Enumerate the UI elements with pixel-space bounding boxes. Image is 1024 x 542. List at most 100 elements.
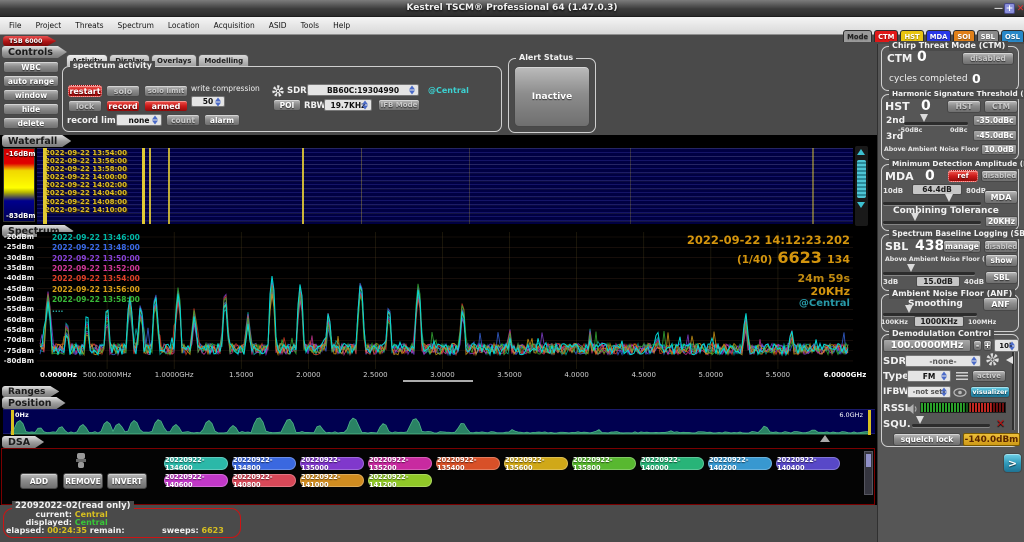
dsa-dataset-pill[interactable]: 20220922-141000 [300,474,364,487]
spinner-icon[interactable] [941,372,948,381]
waterfall-plot[interactable]: 2022-09-22 13:54:002022-09-22 13:56:0020… [37,148,853,224]
scrollbar-thumb[interactable] [866,454,871,467]
dsa-invert-button[interactable]: INVERT [107,473,147,489]
menu-file[interactable]: File [2,17,29,35]
gear-icon[interactable] [272,85,284,97]
tab-modelling[interactable]: Modelling [198,54,249,66]
record-button[interactable]: record [106,100,140,112]
mute-icon[interactable]: ✕ [996,417,1005,430]
demod-sdr-select[interactable]: -none- [905,355,981,367]
mda-tolerance-slider[interactable] [883,221,981,224]
slider-thumb[interactable] [911,213,919,221]
squelch-slider[interactable] [912,424,990,427]
waterfall-header[interactable]: Waterfall [2,135,71,147]
minimize-icon[interactable]: — [993,3,1004,14]
tab-overlays[interactable]: Overlays [151,54,197,66]
freq-step-select[interactable]: 10k [994,339,1019,352]
menu-spectrum[interactable]: Spectrum [111,17,161,35]
hst-hst-button[interactable]: HST [947,100,981,113]
rbw-select[interactable]: 19.7KHz [324,99,372,111]
write-compression-input[interactable]: 50 [191,96,225,107]
menu-tools[interactable]: Tools [294,17,326,35]
dsa-dataset-pill[interactable]: 20220922-135200 [368,457,432,470]
scroll-up-icon[interactable] [857,149,865,155]
solo-limit-button[interactable]: solo limit [144,85,188,97]
hst-2nd-slider[interactable] [904,122,968,125]
anf-button[interactable]: ANF [983,297,1018,311]
mode-tab-mode[interactable]: Mode [843,30,872,42]
dsa-dataset-pill[interactable]: 20220922-134600 [164,457,228,470]
waterfall-scrollbar[interactable] [855,146,868,226]
slider-thumb[interactable] [905,305,913,313]
demod-visualizer-button[interactable]: visualizer [970,386,1010,398]
position-pointer-icon[interactable] [820,435,830,442]
alert-status-button[interactable]: Inactive [514,66,590,127]
sdr-select[interactable]: BB60C:19304990 [307,84,419,96]
dsa-dataset-pill[interactable]: 20220922-135600 [504,457,568,470]
position-marker-right[interactable] [868,410,871,435]
dsa-dataset-pill[interactable]: 20220922-135800 [572,457,636,470]
armed-button[interactable]: armed [144,100,188,112]
slider-thumb[interactable] [916,416,924,424]
spinner-icon[interactable] [1009,341,1016,350]
maximize-icon[interactable]: + [1004,3,1015,14]
scrollbar-thumb[interactable] [857,160,866,198]
ifb-mode-button[interactable]: IFB Mode [378,99,420,111]
speaker-icon[interactable] [907,404,918,414]
dsa-dataset-pill[interactable]: 20220922-140600 [164,474,228,487]
count-button[interactable]: count [166,114,200,126]
controls-window-button[interactable]: window [3,89,59,101]
sbl-manage-button[interactable]: manage [943,240,981,253]
record-limit-select[interactable]: none [116,114,162,126]
sbl-show-button[interactable]: show [985,254,1018,267]
controls-delete-button[interactable]: delete [3,117,59,129]
slider-thumb[interactable] [945,194,953,202]
sbl-button[interactable]: SBL [985,271,1018,284]
dsa-header[interactable]: DSA [2,436,44,448]
ctm-disabled-button[interactable]: disabled [962,52,1014,65]
freq-plus-button[interactable]: + [983,340,992,351]
sbl-disabled-button[interactable]: disabled [984,240,1018,253]
mda-slider[interactable] [883,202,981,205]
controls-hide-button[interactable]: hide [3,103,59,115]
spinner-icon[interactable] [971,357,978,366]
spinner-icon[interactable] [362,101,369,110]
restart-button[interactable]: restart [68,85,102,97]
freq-minus-button[interactable]: - [973,340,982,351]
menu-project[interactable]: Project [29,17,69,35]
dsa-dataset-pill[interactable]: 20220922-140800 [232,474,296,487]
position-strip[interactable]: 0Hz 6.0GHz [3,409,875,434]
hst-ctm-button[interactable]: CTM [984,100,1018,113]
sbl-slider[interactable] [883,272,975,275]
poi-button[interactable]: POI [273,99,301,111]
menu-location[interactable]: Location [161,17,207,35]
controls-auto-range-button[interactable]: auto range [3,75,59,87]
menu-acquisition[interactable]: Acquisition [207,17,262,35]
menu-threats[interactable]: Threats [68,17,110,35]
mda-button[interactable]: MDA [984,190,1018,204]
scroll-down-icon[interactable] [857,202,865,208]
dsa-add-button[interactable]: ADD [20,473,58,489]
mda-ref-button[interactable]: ref [948,170,978,182]
slider-thumb[interactable] [920,114,928,122]
squelch-lock-button[interactable]: squelch lock [893,433,961,446]
dsa-dataset-pill[interactable]: 20220922-135000 [300,457,364,470]
dsa-dataset-pill[interactable]: 20220922-134800 [232,457,296,470]
ranges-header[interactable]: Ranges [2,386,59,397]
demod-ifbw-select[interactable]: -not set- [907,386,951,398]
position-marker-left[interactable] [11,410,14,435]
dsa-remove-button[interactable]: REMOVE [63,473,103,489]
position-header[interactable]: Position [2,397,66,409]
mda-disabled-button[interactable]: disabled [981,170,1018,182]
spinner-icon[interactable] [941,388,948,397]
dsa-dataset-pill[interactable]: 20220922-140400 [776,457,840,470]
lock-button[interactable]: lock [68,100,102,112]
controls-WBC-button[interactable]: WBC [3,61,59,73]
demod-frequency[interactable]: 100.0000MHz [883,339,971,352]
expand-panel-button[interactable]: > [1003,453,1022,473]
dsa-dataset-pill[interactable]: 20220922-140000 [640,457,704,470]
slider-thumb[interactable] [1006,356,1013,364]
eye-icon[interactable] [953,388,967,397]
menu-help[interactable]: Help [326,17,357,35]
solo-button[interactable]: solo [106,85,140,97]
